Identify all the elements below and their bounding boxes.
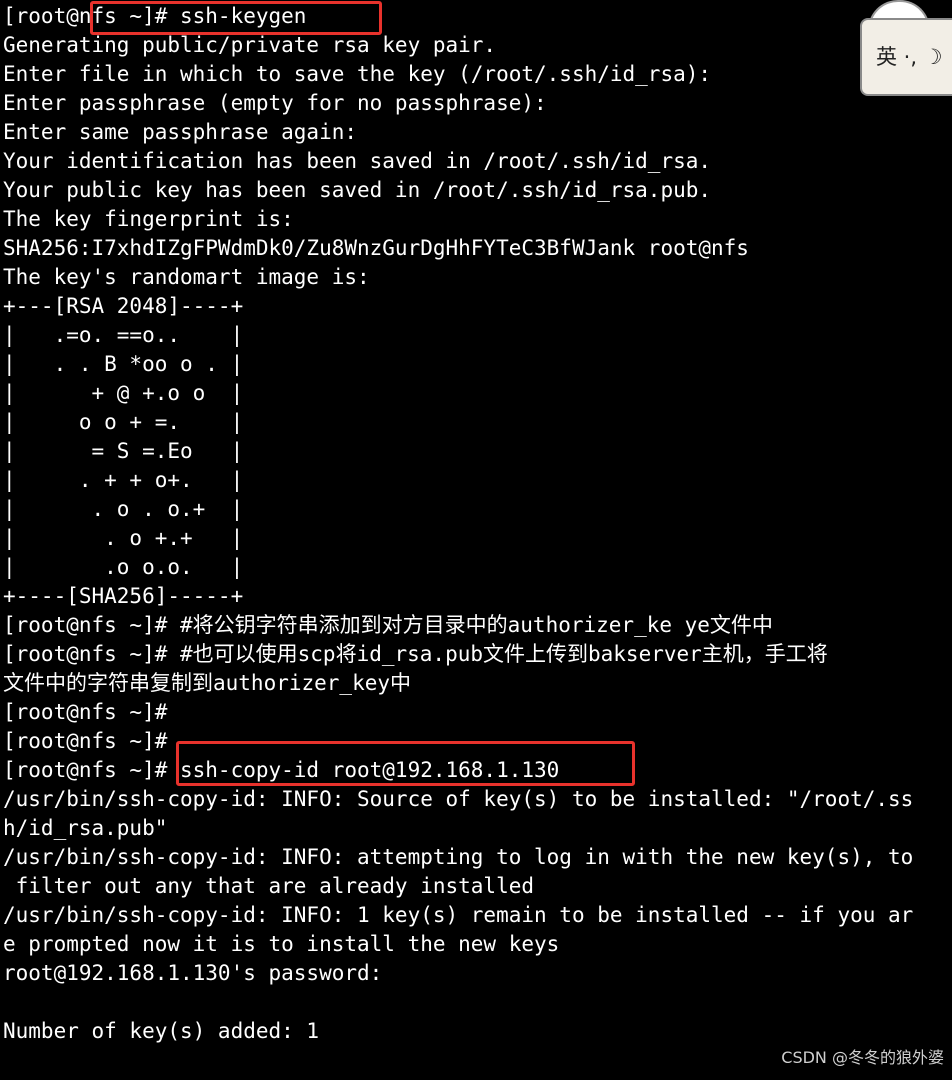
ime-mode-label: 英 ·, ☽	[876, 45, 943, 69]
terminal-line: h/id_rsa.pub"	[3, 816, 168, 840]
terminal-line: root@192.168.1.130's password:	[3, 961, 383, 985]
randomart-line: | = S =.Eo |	[3, 439, 244, 463]
highlight-box-ssh-copy-id	[176, 741, 635, 786]
terminal-line: /usr/bin/ssh-copy-id: INFO: Source of ke…	[3, 787, 914, 811]
terminal-line: Generating public/private rsa key pair.	[3, 33, 497, 57]
ime-indicator[interactable]: 英 ·, ☽	[860, 18, 952, 96]
terminal-line: Your public key has been saved in /root/…	[3, 178, 712, 202]
randomart-line: | .o o.o. |	[3, 555, 244, 579]
randomart-line: | o o + =. |	[3, 410, 244, 434]
terminal-line: [root@nfs ~]#	[3, 700, 168, 724]
terminal-line: The key's randomart image is:	[3, 265, 370, 289]
randomart-line: | . o +.+ |	[3, 526, 244, 550]
terminal-line: [root@nfs ~]# #也可以使用scp将id_rsa.pub文件上传到b…	[3, 642, 828, 666]
terminal-line: Your identification has been saved in /r…	[3, 149, 712, 173]
terminal-window[interactable]: [root@nfs ~]# ssh-keygen Generating publ…	[0, 0, 952, 1080]
randomart-line: +---[RSA 2048]----+	[3, 294, 244, 318]
terminal-line: Enter passphrase (empty for no passphras…	[3, 91, 547, 115]
randomart-line: | . o . o.+ |	[3, 497, 244, 521]
highlight-box-ssh-keygen	[90, 1, 382, 35]
randomart-line: | .=o. ==o.. |	[3, 323, 244, 347]
terminal-line: [root@nfs ~]# #将公钥字符串添加到对方目录中的authorizer…	[3, 613, 773, 637]
terminal-line: Enter file in which to save the key (/ro…	[3, 62, 712, 86]
terminal-line: The key fingerprint is:	[3, 207, 294, 231]
terminal-line: /usr/bin/ssh-copy-id: INFO: attempting t…	[3, 845, 914, 869]
randomart-line: | . . B *oo o . |	[3, 352, 244, 376]
terminal-line: Enter same passphrase again:	[3, 120, 358, 144]
terminal-line: 文件中的字符串复制到authorizer_key中	[3, 671, 412, 695]
randomart-line: | . + + o+. |	[3, 468, 244, 492]
terminal-line: Number of key(s) added: 1	[3, 1019, 320, 1043]
randomart-line: +----[SHA256]-----+	[3, 584, 244, 608]
terminal-line: filter out any that are already installe…	[3, 874, 535, 898]
terminal-line: /usr/bin/ssh-copy-id: INFO: 1 key(s) rem…	[3, 903, 914, 927]
randomart-line: | + @ +.o o |	[3, 381, 244, 405]
terminal-line: SHA256:I7xhdIZgFPWdmDk0/Zu8WnzGurDgHhFYT…	[3, 236, 749, 260]
terminal-line: e prompted now it is to install the new …	[3, 932, 560, 956]
watermark: CSDN @冬冬的狼外婆	[781, 1048, 944, 1067]
